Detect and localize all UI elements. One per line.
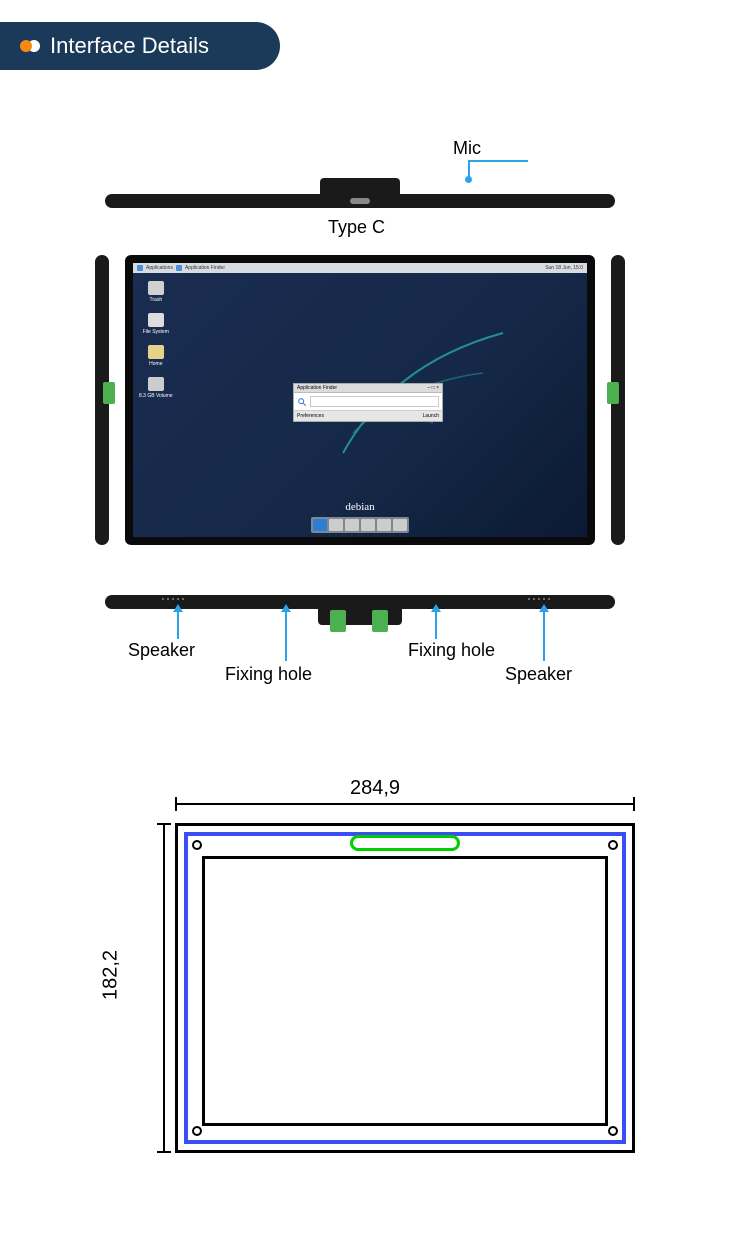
dock-item: [329, 519, 343, 531]
callout-line: [177, 611, 179, 639]
application-finder-window: Application Finder – □ × Preferences Lau…: [293, 383, 443, 422]
desktop-icon-trash: Trash: [139, 281, 173, 303]
prefs-button: Preferences: [297, 413, 324, 419]
dimension-tick: [157, 823, 171, 825]
device-front: Applications Application Finder Sun 18 J…: [125, 255, 595, 545]
window-footer: Preferences Launch: [294, 411, 442, 421]
taskbar-apps: Applications: [146, 265, 173, 271]
dock-item: [313, 519, 327, 531]
os-label: debian: [133, 501, 587, 513]
mount-hole-icon: [192, 840, 202, 850]
mount-hole-icon: [608, 840, 618, 850]
desktop-icon-home: Home: [139, 345, 173, 367]
callout-line: [285, 611, 287, 661]
dimension-width: 284,9: [350, 777, 400, 800]
connector-icon: [103, 382, 115, 404]
folder-icon: [148, 345, 164, 359]
connector-icon: [372, 610, 388, 632]
section-title: Interface Details: [50, 33, 209, 59]
dimension-tick: [157, 1151, 171, 1153]
desktop-icons: Trash File System Home 8.3 GB Volume: [139, 281, 173, 399]
connector-icon: [607, 382, 619, 404]
taskbar: Applications Application Finder Sun 18 J…: [133, 263, 587, 273]
dock-item: [377, 519, 391, 531]
callout-line: [543, 611, 545, 661]
dock: [311, 517, 409, 533]
mount-hole-icon: [192, 1126, 202, 1136]
dimension-line: [175, 803, 635, 805]
mount-hole-icon: [608, 1126, 618, 1136]
search-input: [310, 396, 439, 407]
bullet-icon: [20, 40, 40, 52]
drive-icon: [148, 377, 164, 391]
dimension-height: 182,2: [100, 950, 123, 1000]
dimension-tick: [175, 797, 177, 811]
arrow-up-icon: [281, 604, 291, 612]
dimension-drawing: 284,9 182,2: [115, 805, 635, 1195]
arrow-up-icon: [539, 604, 549, 612]
callout-fixing-right: Fixing hole: [408, 640, 495, 661]
trash-icon: [148, 281, 164, 295]
screen-content: Applications Application Finder Sun 18 J…: [133, 263, 587, 537]
camera-slot-icon: [350, 835, 460, 851]
callout-fixing-left: Fixing hole: [225, 664, 312, 685]
callout-line: [468, 160, 528, 162]
callout-typec: Type C: [328, 217, 385, 238]
callout-speaker-right: Speaker: [505, 664, 572, 685]
taskbar-date: Sun 18 Jun, 15:0: [545, 265, 583, 271]
speaker-grille-icon: [162, 598, 184, 600]
outline-outer: [175, 823, 635, 1153]
desktop-icon-volume: 8.3 GB Volume: [139, 377, 173, 399]
callout-speaker-left: Speaker: [128, 640, 195, 661]
callout-mic: Mic: [453, 138, 481, 159]
callout-dot: [465, 176, 472, 183]
search-row: [294, 393, 442, 411]
search-icon: [297, 397, 307, 407]
window-controls: – □ ×: [428, 385, 440, 391]
dock-item: [393, 519, 407, 531]
drive-icon: [148, 313, 164, 327]
dimension-line: [163, 823, 165, 1153]
connector-icon: [330, 610, 346, 632]
section-header: Interface Details: [0, 22, 280, 70]
window-title: Application Finder: [297, 385, 337, 391]
window-titlebar: Application Finder – □ ×: [294, 384, 442, 393]
dock-item: [345, 519, 359, 531]
taskbar-finder: Application Finder: [185, 265, 225, 271]
dock-item: [361, 519, 375, 531]
callout-line: [435, 611, 437, 639]
type-c-port-icon: [350, 198, 370, 204]
launch-button: Launch: [423, 413, 439, 419]
desktop-icon-filesystem: File System: [139, 313, 173, 335]
apps-icon: [137, 265, 143, 271]
speaker-grille-icon: [528, 598, 550, 600]
finder-icon: [176, 265, 182, 271]
dimension-tick: [633, 797, 635, 811]
outline-inner: [202, 856, 608, 1126]
arrow-up-icon: [173, 604, 183, 612]
arrow-up-icon: [431, 604, 441, 612]
callout-line: [468, 162, 470, 177]
